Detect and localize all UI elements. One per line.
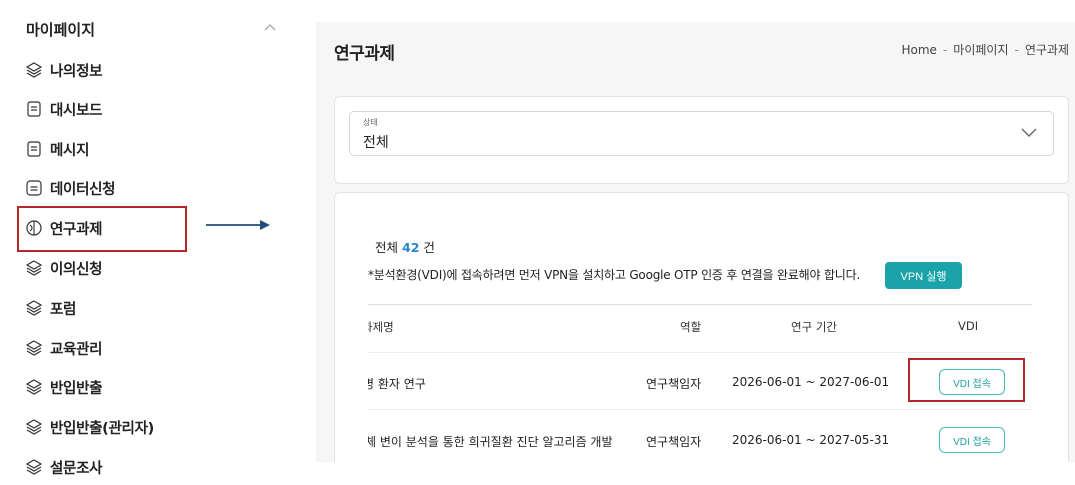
table-header-divider	[368, 352, 1032, 353]
sidebar-item-objection[interactable]: 이의신청	[24, 255, 102, 281]
sidebar-item-label: 반입반출	[50, 380, 103, 397]
sidebar: 마이페이지 나의정보 대시보드 메시지 데이터신청 연구과제 이의신청 포럼 교…	[0, 0, 295, 485]
breadcrumb-home[interactable]: Home	[902, 43, 937, 57]
status-select[interactable]: 상태 전체	[349, 111, 1054, 156]
page-title: 연구과제	[334, 44, 395, 64]
chevron-down-icon	[1021, 128, 1037, 137]
arrow-right-icon	[206, 220, 270, 230]
column-header-vdi: VDI	[958, 319, 979, 333]
sidebar-item-survey[interactable]: 설문조사	[24, 454, 102, 480]
sidebar-item-label: 메시지	[50, 142, 90, 159]
sidebar-item-label: 대시보드	[50, 102, 103, 119]
breadcrumb: Home - 마이페이지 - 연구과제	[902, 41, 1070, 58]
breadcrumb-separator: -	[942, 42, 948, 57]
document-icon	[24, 139, 44, 159]
layers-icon	[24, 377, 44, 397]
sidebar-item-dashboard[interactable]: 대시보드	[24, 96, 102, 122]
row-1-period: 2026-06-01 ~ 2027-06-01	[732, 375, 890, 389]
breadcrumb-current: 연구과제	[1024, 43, 1069, 57]
table-viewport: 과제명 역할 연구 기간 VDI 병 환자 연구 연구책임자 2026-06-0…	[368, 193, 1068, 462]
row-2-period: 2026-06-01 ~ 2027-05-31	[732, 433, 890, 447]
column-header-period: 연구 기간	[791, 320, 837, 334]
highlight-box-vdi	[908, 358, 1025, 402]
form-icon	[24, 178, 44, 198]
layers-icon	[24, 258, 44, 278]
sidebar-item-import-export[interactable]: 반입반출	[24, 374, 102, 400]
sidebar-item-data-request[interactable]: 데이터신청	[24, 175, 116, 201]
sidebar-item-label: 포럼	[50, 301, 77, 318]
sidebar-item-education[interactable]: 교육관리	[24, 335, 102, 361]
layers-icon	[24, 298, 44, 318]
sidebar-header[interactable]: 마이페이지	[26, 19, 95, 40]
breadcrumb-mypage[interactable]: 마이페이지	[953, 41, 1008, 58]
sidebar-item-label: 데이터신청	[50, 181, 116, 198]
sidebar-item-label: 반입반출(관리자)	[50, 420, 154, 437]
status-select-label: 상태	[363, 118, 378, 127]
row-2-title[interactable]: 체 변이 분석을 통한 희귀질환 진단 알고리즘 개발	[368, 433, 613, 450]
layers-icon	[24, 457, 44, 477]
sidebar-item-import-export-admin[interactable]: 반입반출(관리자)	[24, 414, 154, 440]
table-row-divider	[368, 409, 1032, 410]
layers-icon	[24, 417, 44, 437]
layers-icon	[24, 60, 44, 80]
column-header-title: 과제명	[368, 320, 394, 334]
sidebar-item-my-info[interactable]: 나의정보	[24, 57, 102, 83]
highlight-box-research	[17, 206, 187, 252]
row-2-role: 연구책임자	[646, 435, 702, 449]
breadcrumb-separator: -	[1014, 42, 1019, 57]
row-1-title[interactable]: 병 환자 연구	[368, 375, 426, 392]
chevron-up-icon[interactable]	[264, 23, 276, 31]
layers-icon	[24, 338, 44, 358]
document-icon	[24, 99, 44, 119]
sidebar-item-label: 이의신청	[50, 261, 103, 278]
row-2-vdi-connect-button[interactable]: VDI 접속	[939, 427, 1005, 453]
sidebar-item-label: 나의정보	[50, 63, 103, 80]
column-header-role: 역할	[680, 320, 702, 334]
sidebar-item-label: 교육관리	[50, 341, 103, 358]
sidebar-item-label: 설문조사	[50, 460, 103, 477]
sidebar-item-messages[interactable]: 메시지	[24, 136, 89, 162]
project-list-card: 전체 42 건 *분석환경(VDI)에 접속하려면 먼저 VPN을 설치하고 Goo…	[334, 192, 1069, 462]
table-top-divider	[368, 304, 1032, 305]
row-1-role: 연구책임자	[646, 377, 702, 391]
sidebar-item-forum[interactable]: 포럼	[24, 295, 76, 321]
status-select-value: 전체	[363, 135, 389, 151]
filter-card: 상태 전체	[334, 96, 1069, 184]
